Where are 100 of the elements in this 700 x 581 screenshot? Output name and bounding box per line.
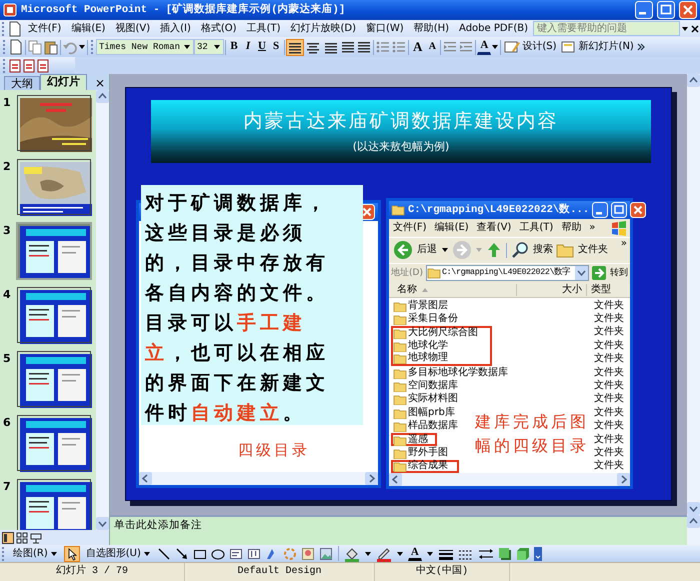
menu-item[interactable]: 格式(O) [196, 22, 242, 34]
shadow-button[interactable]: S [269, 38, 283, 56]
slide-thumbnail[interactable] [20, 418, 92, 472]
toolbar-overflow-icon[interactable] [534, 546, 542, 560]
menu-item[interactable]: 查看(V) [476, 222, 512, 234]
autoshapes-menu-button[interactable]: 自选图形(U) [84, 548, 153, 560]
toolbar-overflow-icon[interactable] [636, 41, 646, 53]
pane-close-button[interactable]: × [94, 76, 105, 90]
arrow-tool-icon[interactable] [174, 546, 189, 560]
new-document-icon[interactable] [8, 39, 24, 55]
folder-item[interactable]: 多目标地球化学数据库 [391, 366, 510, 380]
column-header[interactable]: 名称 [389, 284, 517, 296]
menu-item[interactable]: 插入(I) [155, 22, 196, 34]
help-search-field[interactable]: 键入需要帮助的问题 [533, 21, 680, 36]
scroll-up-button[interactable] [96, 90, 109, 103]
caret-icon[interactable] [491, 43, 500, 51]
scroll-right-button[interactable] [617, 473, 630, 486]
menu-item[interactable]: 工具(T) [242, 22, 286, 34]
new-slide-button[interactable]: 新幻灯片(N) [558, 39, 636, 55]
menu-item[interactable]: 工具(T) [519, 222, 554, 234]
design-button[interactable]: 设计(S) [502, 39, 559, 55]
address-field[interactable]: C:\rgmapping\L49E022022\数字 [426, 265, 589, 282]
line-color-icon[interactable] [376, 546, 392, 562]
italic-button[interactable]: I [241, 38, 255, 56]
line-tool-icon[interactable] [156, 546, 171, 560]
underline-button[interactable]: U [255, 38, 269, 56]
folder-item[interactable]: 背景图层 [391, 298, 450, 312]
clip-art-tool-icon[interactable] [300, 546, 315, 560]
menu-item[interactable]: 窗口(W) [361, 22, 409, 34]
folder-item[interactable]: 地球化学 [391, 339, 492, 352]
draw-menu-button[interactable]: 绘图(R) [11, 548, 60, 560]
search-button[interactable]: 搜索 [511, 241, 553, 260]
caret-icon[interactable] [426, 550, 434, 558]
fill-color-icon[interactable] [344, 546, 360, 562]
scroll-down-button[interactable] [96, 517, 109, 530]
slide-sorter-icon[interactable] [16, 532, 28, 544]
distribute-icon[interactable] [356, 39, 372, 55]
go-button[interactable]: 转到 [592, 266, 628, 280]
oval-tool-icon[interactable] [210, 546, 225, 560]
decrease-font-button[interactable]: A [425, 38, 440, 56]
justify-icon[interactable] [340, 39, 356, 55]
column-header[interactable]: 大小 [517, 284, 587, 296]
text-box-tool-icon[interactable] [228, 546, 243, 560]
3d-style-icon[interactable] [516, 546, 530, 560]
menu-item[interactable]: 帮助 [561, 222, 582, 234]
slide-thumbnail[interactable] [20, 354, 92, 408]
folder-item[interactable]: 空间数据库 [391, 379, 460, 393]
menu-item[interactable]: 编辑(E) [66, 22, 110, 34]
font-dropdown[interactable]: Times New Roman [96, 39, 194, 55]
arrow-style-icon[interactable] [478, 546, 494, 560]
paste-icon[interactable] [43, 39, 59, 55]
maximize-button[interactable] [657, 1, 675, 19]
bold-button[interactable]: B [227, 38, 241, 56]
scroll-up-button[interactable] [687, 515, 700, 528]
menu-item[interactable]: 幻灯片放映(D) [285, 22, 361, 34]
slide-thumbnail[interactable] [20, 226, 92, 280]
caret-icon[interactable] [396, 550, 404, 558]
slide-thumbnail[interactable] [20, 98, 92, 152]
folder-item[interactable]: 野外手图 [391, 446, 450, 460]
font-size-dropdown[interactable]: 32 [194, 39, 224, 55]
folders-button[interactable]: 文件夹 [556, 242, 608, 258]
close-button[interactable] [630, 202, 646, 218]
minimize-button[interactable] [592, 202, 608, 218]
picture-tool-icon[interactable] [318, 546, 333, 560]
pane-tab[interactable]: 幻灯片 [40, 74, 87, 90]
scroll-left-button[interactable] [139, 472, 152, 485]
close-icon[interactable] [690, 24, 700, 34]
slide-thumbnail[interactable] [20, 482, 92, 530]
scroll-left-button[interactable] [389, 473, 402, 486]
pdf-tool-icon[interactable] [36, 58, 50, 72]
folder-item[interactable]: 实际材料图 [391, 392, 460, 406]
folder-item[interactable]: 地球物理 [391, 352, 492, 366]
select-pointer-button[interactable] [64, 546, 80, 562]
menu-item[interactable]: 帮助(H) [408, 22, 454, 34]
pane-tab[interactable]: 大纲 [4, 76, 40, 90]
increase-font-button[interactable]: A [410, 38, 426, 56]
slide-thumbnail[interactable] [20, 162, 92, 216]
shadow-style-icon[interactable] [498, 546, 512, 560]
toolbar-overflow-button[interactable]: » [620, 238, 627, 250]
bullet-list-icon[interactable] [391, 39, 407, 55]
notes-field[interactable]: 单击此处添加备注 [110, 515, 687, 545]
menu-item[interactable]: 视图(V) [110, 22, 156, 34]
scroll-right-button[interactable] [365, 472, 378, 485]
caret-icon[interactable] [78, 43, 86, 51]
folder-item[interactable]: 图幅prb库 [391, 406, 457, 420]
scroll-up-button[interactable] [687, 74, 700, 87]
back-button[interactable]: 后退 [393, 240, 449, 260]
column-header[interactable]: 类型 [587, 284, 611, 296]
folder-item[interactable]: 遥感 [391, 432, 437, 446]
normal-view-icon[interactable] [2, 532, 14, 544]
menu-item[interactable]: 文件(F) [393, 222, 427, 234]
caret-icon[interactable] [364, 550, 372, 558]
folder-item[interactable]: 大比例尺综合图 [391, 326, 492, 340]
folder-item[interactable]: 采集日备份 [391, 312, 460, 326]
slide-show-icon[interactable] [30, 532, 42, 544]
menu-item[interactable]: 编辑(E) [434, 222, 469, 234]
folder-item[interactable]: 样品数据库 [391, 419, 460, 433]
align-left-button[interactable] [286, 38, 304, 56]
menu-item[interactable]: 文件(F) [22, 22, 66, 34]
maximize-button[interactable] [611, 202, 628, 218]
